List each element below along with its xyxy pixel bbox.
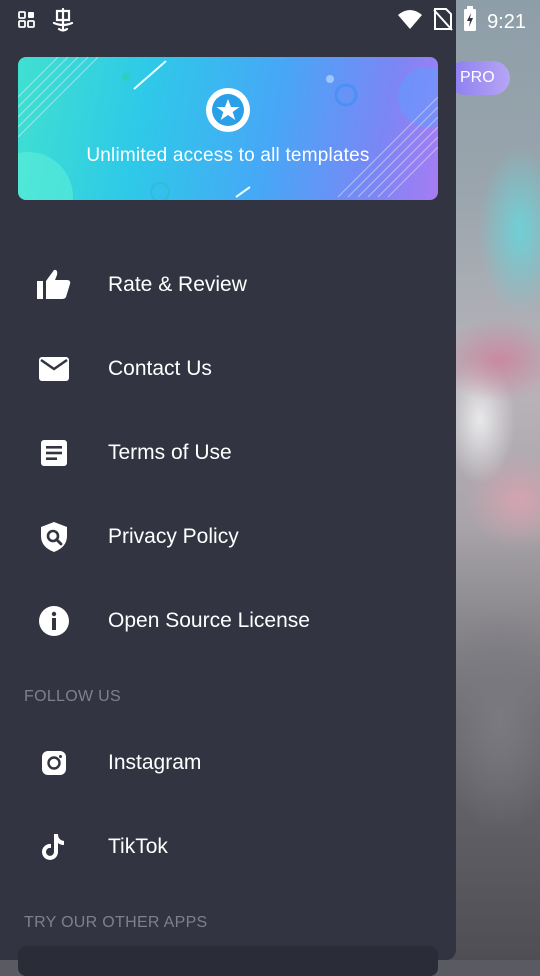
menu-item-label: Terms of Use <box>108 441 232 464</box>
status-bar: 9:21 <box>0 0 540 38</box>
info-icon <box>36 603 72 639</box>
wifi-icon <box>397 8 423 35</box>
shield-search-icon <box>36 519 72 555</box>
document-icon <box>36 435 72 471</box>
banner-text: Unlimited access to all templates <box>86 145 370 166</box>
no-sim-icon <box>433 7 453 36</box>
star-badge-icon <box>206 88 250 132</box>
menu-item-open-source-license[interactable]: Open Source License <box>0 586 456 656</box>
menu-item-label: Rate & Review <box>108 273 247 296</box>
menu-item-label: Open Source License <box>108 609 310 632</box>
navigation-drawer: Unlimited access to all templates Rate &… <box>0 0 456 976</box>
battery-charging-icon <box>463 6 477 37</box>
menu-item-label: Contact Us <box>108 357 212 380</box>
clock: 9:21 <box>487 10 526 33</box>
menu-item-terms-of-use[interactable]: Terms of Use <box>0 418 456 488</box>
menu-item-contact-us[interactable]: Contact Us <box>0 334 456 404</box>
menu-item-label: Privacy Policy <box>108 525 239 548</box>
other-app-card[interactable] <box>18 946 438 976</box>
menu-item-tiktok[interactable]: TikTok <box>0 812 456 882</box>
menu-item-instagram[interactable]: Instagram <box>0 728 456 798</box>
menu-item-privacy-policy[interactable]: Privacy Policy <box>0 502 456 572</box>
menu-item-label: Instagram <box>108 751 202 774</box>
tiktok-icon <box>36 829 72 865</box>
instagram-icon <box>36 745 72 781</box>
follow-us-heading: FOLLOW US <box>24 688 121 705</box>
thumbs-up-icon <box>36 267 72 303</box>
envelope-icon <box>36 351 72 387</box>
other-apps-heading: TRY OUR OTHER APPS <box>24 914 208 931</box>
pro-banner[interactable]: Unlimited access to all templates <box>18 57 438 200</box>
pro-label: PRO <box>460 69 495 86</box>
pro-button[interactable]: PRO <box>448 61 510 95</box>
menu-item-label: TikTok <box>108 835 168 858</box>
notification-app-icon <box>50 7 76 38</box>
menu-item-rate-review[interactable]: Rate & Review <box>0 250 456 320</box>
app-grid-icon <box>18 11 36 34</box>
